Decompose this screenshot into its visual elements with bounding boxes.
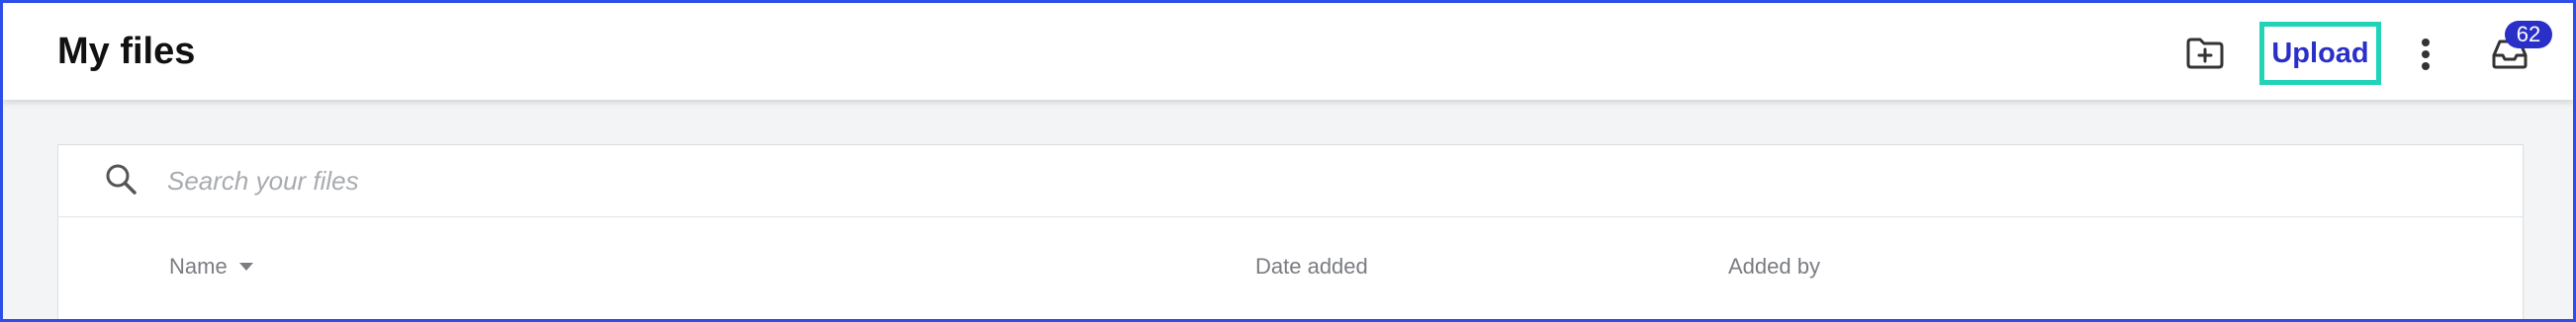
column-header-name[interactable]: Name: [169, 254, 253, 280]
more-options-button[interactable]: [2413, 33, 2438, 76]
upload-button[interactable]: Upload: [2259, 22, 2381, 85]
page-title: My files: [57, 31, 196, 72]
folder-plus-icon: [2186, 38, 2224, 69]
column-header-date-added[interactable]: Date added: [1255, 254, 1368, 280]
search-icon: [106, 164, 137, 195]
sort-descending-icon: [238, 262, 253, 271]
notification-badge: 62: [2505, 21, 2552, 48]
search-input[interactable]: [167, 159, 1948, 202]
top-bar: My files Upload: [3, 3, 2573, 100]
new-folder-button[interactable]: [2184, 33, 2226, 74]
more-vertical-icon: [2422, 39, 2430, 70]
column-header-added-by[interactable]: Added by: [1728, 254, 1820, 280]
column-label-name: Name: [169, 254, 228, 279]
files-panel: Name Date added Added by: [57, 144, 2524, 322]
search-bar: [58, 145, 2523, 217]
